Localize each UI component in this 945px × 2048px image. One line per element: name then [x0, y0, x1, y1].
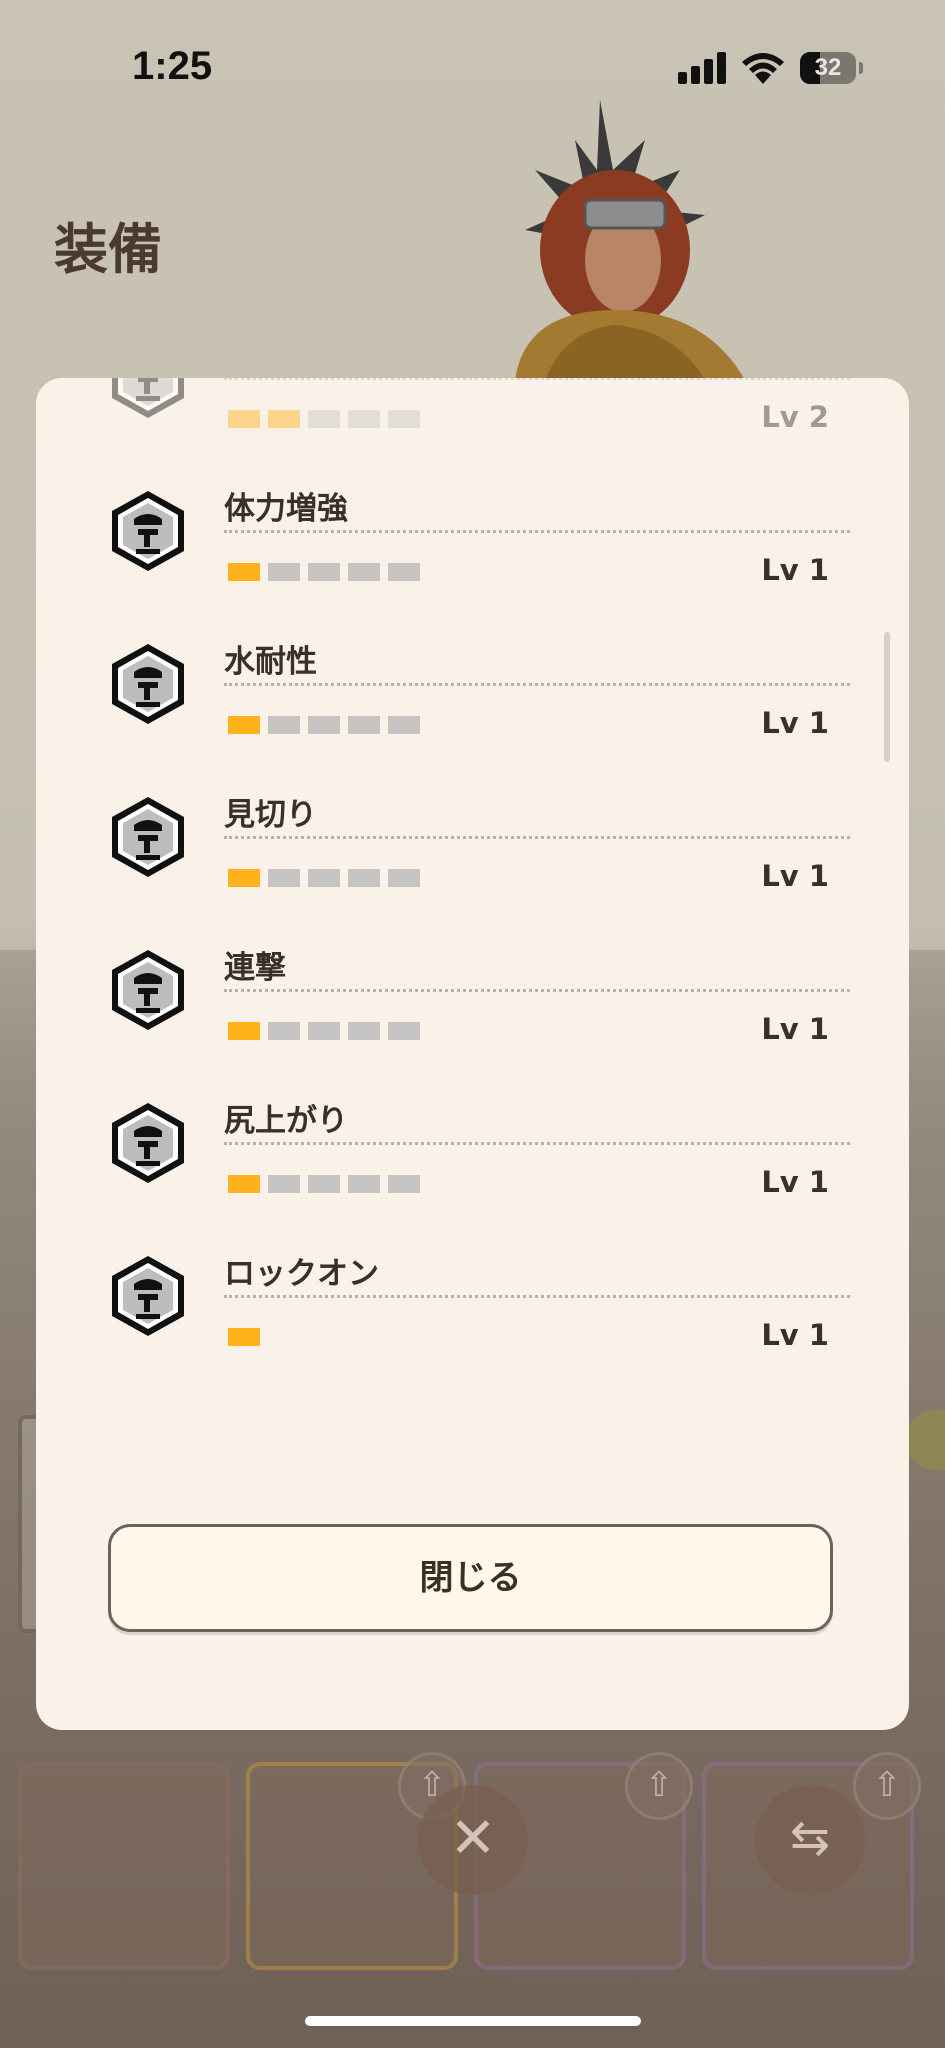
skill-name: 体力増強: [224, 491, 348, 527]
skill-list[interactable]: Lv 2 体力増強 Lv 1 水耐性 Lv 1 見切り Lv 1 連撃 Lv 1…: [36, 378, 909, 1468]
skill-emblem-icon: [106, 489, 190, 573]
equipment-slot[interactable]: [18, 1762, 230, 1970]
hunter-character: [515, 100, 745, 380]
skill-emblem-icon: [106, 642, 190, 726]
skill-name: 見切り: [224, 797, 317, 833]
skill-divider: [224, 1295, 850, 1298]
skill-emblem-icon: [106, 378, 190, 420]
skill-list-modal: Lv 2 体力増強 Lv 1 水耐性 Lv 1 見切り Lv 1 連撃 Lv 1…: [36, 378, 909, 1730]
skill-level: Lv 1: [761, 1318, 829, 1352]
upgrade-arrow-icon[interactable]: ⇧: [853, 1752, 921, 1820]
skill-emblem-icon: [106, 1101, 190, 1185]
home-indicator[interactable]: [305, 2016, 641, 2026]
skill-divider: [224, 836, 850, 839]
upgrade-arrow-icon[interactable]: ⇧: [625, 1752, 693, 1820]
skill-name: 連撃: [224, 950, 286, 986]
cellular-signal-icon: [678, 52, 726, 84]
remove-icon[interactable]: ✕: [418, 1785, 528, 1895]
skill-emblem-icon: [106, 1254, 190, 1338]
level-segment-filled: [228, 1328, 260, 1346]
skill-divider: [224, 683, 850, 686]
swap-icon[interactable]: ⇆: [755, 1785, 865, 1895]
skill-divider: [224, 378, 850, 380]
skill-name: 水耐性: [224, 644, 317, 680]
skill-row[interactable]: ロックオン Lv 1: [36, 1180, 909, 1360]
scrollbar[interactable]: [884, 632, 890, 762]
skill-divider: [224, 1142, 850, 1145]
status-bar: 1:25 32: [0, 0, 945, 120]
page-title: 装備: [54, 218, 162, 281]
skill-emblem-icon: [106, 795, 190, 879]
skill-divider: [224, 530, 850, 533]
skill-divider: [224, 989, 850, 992]
skill-name: 尻上がり: [224, 1103, 348, 1139]
close-button[interactable]: 閉じる: [108, 1524, 833, 1632]
skill-name: ロックオン: [224, 1256, 379, 1292]
wifi-icon: [742, 53, 784, 84]
status-time: 1:25: [132, 44, 213, 88]
skill-emblem-icon: [106, 948, 190, 1032]
battery-indicator: 32: [800, 52, 856, 84]
battery-tip: [859, 62, 863, 74]
